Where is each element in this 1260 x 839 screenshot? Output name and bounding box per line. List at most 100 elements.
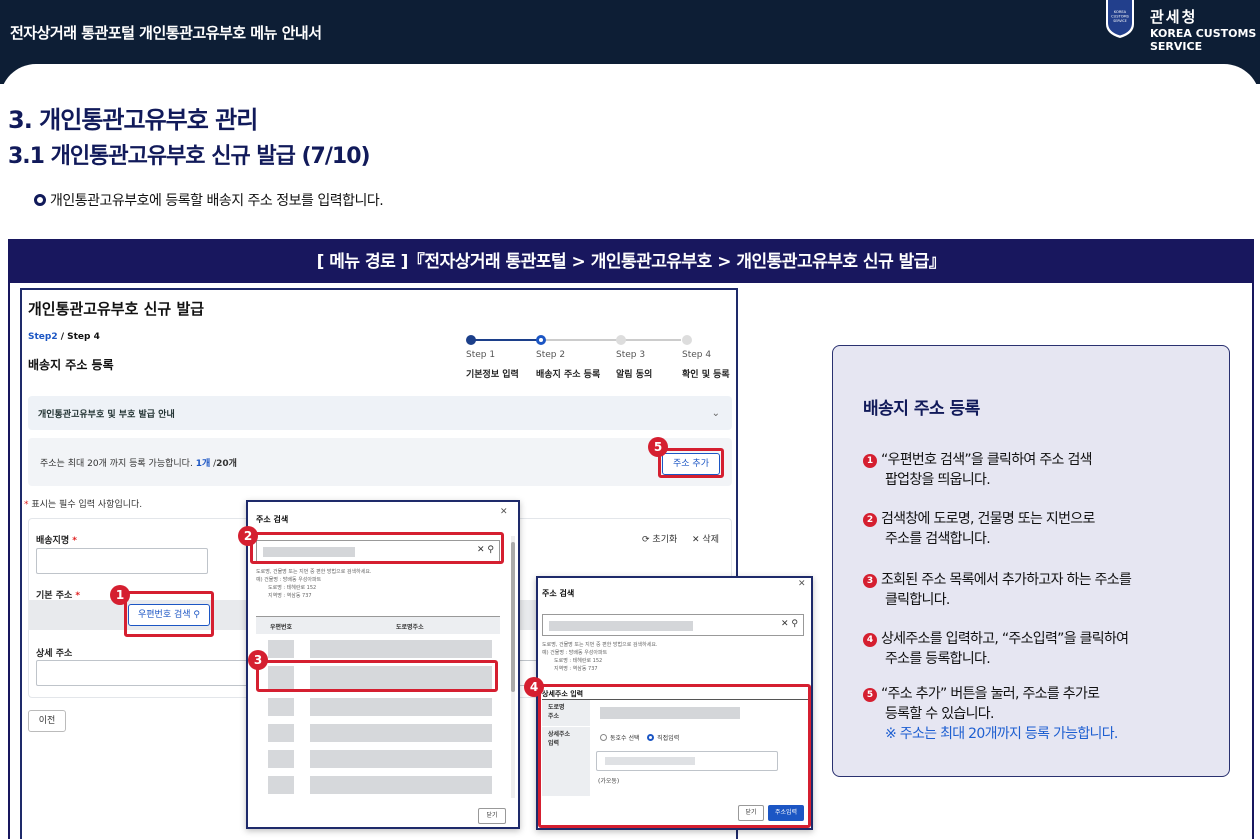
required-note: * 표시는 필수 입력 사항입니다. — [24, 497, 142, 510]
detail-label: 상세주소 입력 — [542, 727, 590, 796]
count-current: 1개 — [195, 459, 211, 469]
hint-line: 도로명, 건물명 또는 지번 중 편한 방법으로 검색하세요. — [542, 642, 658, 648]
add-address-button[interactable]: 주소 추가 — [662, 453, 720, 475]
address-search-input[interactable]: ✕ ⚲ — [256, 540, 500, 562]
search-icon: ⚲ — [193, 610, 200, 620]
field-name-label-text: 배송지명 — [36, 536, 70, 546]
col-zip: 우편번호 — [270, 624, 293, 631]
road-address-value — [600, 707, 740, 719]
reset-label: 초기화 — [652, 535, 678, 545]
step-badge-3: 3 — [248, 650, 268, 670]
detail-address-popup-input[interactable] — [596, 751, 778, 771]
page-title: 개인통관고유부호 신규 발급 — [28, 300, 205, 318]
stepper-dot-4 — [682, 335, 692, 345]
reset-link[interactable]: ⟳ 초기화 — [642, 532, 677, 545]
search-icon[interactable]: ⚲ — [487, 545, 494, 555]
stepper-name-4: 확인 및 등록 — [682, 370, 730, 380]
search-hint: 도로명, 건물명 또는 지번 중 편한 방법으로 검색하세요. 예) 건물명 :… — [256, 568, 372, 600]
radio-off-icon — [600, 734, 607, 741]
instruction-line: “주소 추가” 버튼을 눌러, 주소를 추가로 — [881, 686, 1100, 702]
road-label-line: 도로명 — [548, 704, 565, 711]
stepper-line-2 — [541, 339, 681, 341]
close-icon: ✕ — [692, 535, 700, 545]
road-label: 도로명 주소 — [542, 700, 590, 726]
instruction-line: 검색창에 도로명, 건물명 또는 지번으로 — [881, 511, 1095, 527]
instruction-item: 4 상세주소를 입력하고, “주소입력”을 클릭하여 주소를 등록합니다. — [863, 629, 1213, 669]
submit-address-button[interactable]: 주소입력 — [768, 805, 804, 821]
instruction-line: 주소를 등록합니다. — [885, 651, 991, 667]
detail-radio-group: 동호수 선택 직접입력 — [600, 733, 679, 742]
step-total: / Step 4 — [57, 332, 100, 342]
search-icon[interactable]: ⚲ — [791, 619, 798, 629]
clear-icon[interactable]: ✕ — [781, 619, 789, 629]
stepper-name-3: 알림 동의 — [616, 370, 653, 380]
guide-accordion[interactable]: 개인통관고유부호 및 부호 발급 안내 ⌄ — [28, 396, 732, 430]
intro-text: 개인통관고유부호에 등록할 배송지 주소 정보를 입력합니다. — [50, 193, 384, 209]
instruction-number: 2 — [863, 513, 877, 527]
popup-close-button[interactable]: 닫기 — [478, 808, 506, 824]
close-icon[interactable]: ✕ — [500, 507, 508, 517]
stepper-name-2: 배송지 주소 등록 — [536, 370, 601, 380]
radio-building-label: 동호수 선택 — [610, 735, 640, 742]
scrollbar[interactable] — [511, 536, 515, 798]
popup-title: 주소 검색 — [256, 515, 289, 524]
refresh-icon: ⟳ — [642, 535, 650, 545]
count-prefix: 주소는 최대 20개 까지 등록 가능합니다. — [40, 459, 196, 469]
field-detail-label: 상세 주소 — [36, 649, 73, 659]
search-query-placeholder — [549, 621, 693, 631]
hint-line: 예) 건물명 : 방배동 우성아파트 — [256, 577, 322, 583]
radio-building[interactable]: 동호수 선택 — [600, 734, 640, 742]
stepper-num-2: Step 2 — [536, 350, 566, 360]
instruction-line: 상세주소를 입력하고, “주소입력”을 클릭하여 — [881, 631, 1129, 647]
detail-table: 도로명 주소 상세주소 입력 동호수 선택 직접입력 (가오동) — [542, 699, 808, 796]
road-label-line: 주소 — [548, 713, 560, 720]
step-badge-2: 2 — [238, 526, 258, 546]
search-hint: 도로명, 건물명 또는 지번 중 편한 방법으로 검색하세요. 예) 건물명 :… — [542, 641, 658, 673]
instruction-card: 배송지 주소 등록 1 “우편번호 검색”을 클릭하여 주소 검색 팝업창을 띄웁… — [832, 345, 1230, 777]
page-subtitle: 배송지 주소 등록 — [28, 358, 114, 372]
instruction-item: 5 “주소 추가” 버튼을 눌러, 주소를 추가로 등록할 수 있습니다. ※ 주… — [863, 684, 1213, 744]
ring-bullet-icon — [34, 194, 46, 206]
org-name-ko: 관세청 — [1150, 8, 1198, 26]
address-search-input[interactable]: ✕ ⚲ — [542, 614, 804, 636]
stepper-num-1: Step 1 — [466, 350, 496, 360]
step-badge-4: 4 — [524, 677, 544, 697]
section-heading: 3. 개인통관고유부호 관리 — [8, 106, 258, 134]
clear-icon[interactable]: ✕ — [477, 545, 485, 555]
shipping-name-input[interactable] — [36, 548, 208, 574]
instruction-line: 조회된 주소 목록에서 추가하고자 하는 주소를 — [881, 572, 1132, 588]
step-badge-5: 5 — [648, 437, 668, 457]
step-current: Step2 — [28, 332, 58, 342]
hint-line: 지역명 : 역삼동 737 — [554, 666, 598, 672]
instruction-line: 팝업창을 띄웁니다. — [885, 472, 991, 488]
progress-stepper: Step 1 Step 2 Step 3 Step 4 기본정보 입력 배송지 … — [466, 330, 736, 380]
instruction-line: 등록할 수 있습니다. — [885, 706, 994, 722]
search-input-icons: ✕ ⚲ — [477, 545, 494, 555]
close-icon[interactable]: ✕ — [798, 579, 806, 589]
stepper-dot-1 — [466, 335, 476, 345]
scrollbar-thumb[interactable] — [511, 542, 515, 692]
customs-emblem-icon: KOREA CUSTOMS SERVICE — [1106, 0, 1134, 38]
banner-title: 전자상거래 통관포털 개인통관고유부호 메뉴 안내서 — [10, 24, 322, 42]
popup-close-button[interactable]: 닫기 — [738, 805, 764, 821]
instruction-item: 3 조회된 주소 목록에서 추가하고자 하는 주소를 클릭합니다. — [863, 570, 1213, 610]
step-indicator: Step2 / Step 4 — [28, 332, 100, 342]
org-name-en-2: SERVICE — [1150, 40, 1203, 53]
required-star: * — [72, 536, 77, 546]
subsection-heading: 3.1 개인통관고유부호 신규 발급 (7/10) — [8, 144, 371, 169]
instruction-line: “우편번호 검색”을 클릭하여 주소 검색 — [881, 452, 1093, 468]
address-count-bar: 주소는 최대 20개 까지 등록 가능합니다. 1개 /20개 — [28, 438, 732, 486]
org-name-en-1: KOREA CUSTOMS — [1150, 27, 1257, 40]
address-search-popup: 주소 검색 ✕ ✕ ⚲ 도로명, 건물명 또는 지번 중 편한 방법으로 검색하… — [246, 500, 520, 829]
menu-path-header: [ 메뉴 경로 ]『전자상거래 통관포털 > 개인통관고유부호 > 개인통관고유… — [10, 241, 1252, 283]
delete-link[interactable]: ✕ 삭제 — [692, 532, 719, 545]
radio-direct[interactable]: 직접입력 — [647, 734, 679, 742]
popup-title: 주소 검색 — [542, 589, 575, 598]
prev-button[interactable]: 이전 — [28, 710, 66, 732]
zipcode-search-button[interactable]: 우편번호 검색 ⚲ — [128, 604, 210, 626]
zipcode-search-label: 우편번호 검색 — [137, 610, 191, 620]
count-max: 20개 — [216, 459, 237, 469]
instruction-title: 배송지 주소 등록 — [863, 399, 980, 419]
hint-line: 도로명, 건물명 또는 지번 중 편한 방법으로 검색하세요. — [256, 569, 372, 575]
emblem-text-2: CUSTOMS — [1111, 15, 1130, 19]
